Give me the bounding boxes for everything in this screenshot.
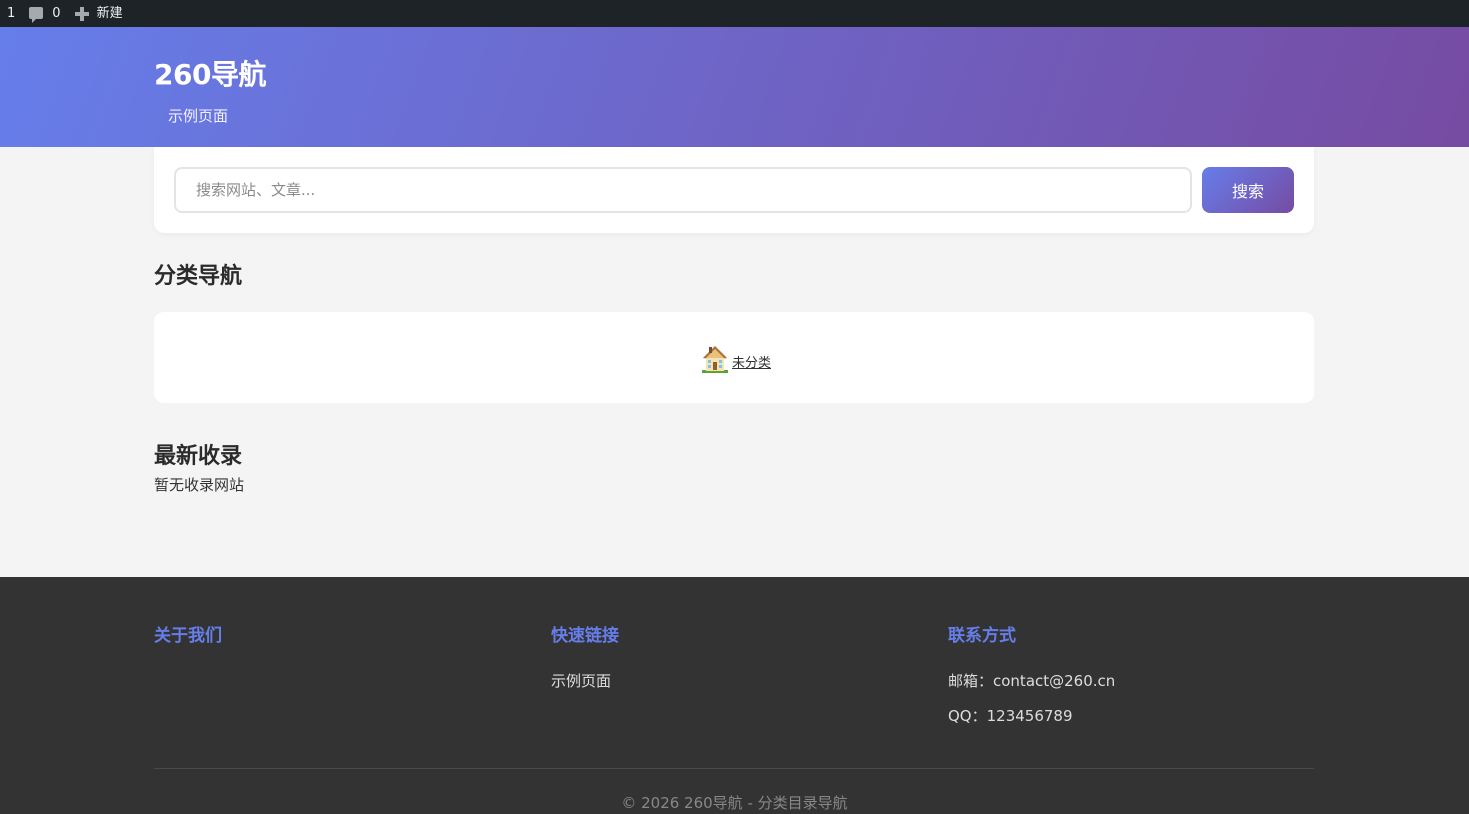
category-card: 未分类	[154, 312, 1314, 403]
latest-section-title: 最新收录	[154, 444, 243, 469]
footer-link-sample-page[interactable]: 示例页面	[551, 670, 611, 691]
site-footer: 关于我们 快速链接 示例页面 联系方式 邮箱：contact@260.cn QQ…	[0, 577, 1469, 814]
category-item-uncategorized[interactable]: 未分类	[701, 343, 771, 373]
footer-about: 关于我们	[154, 621, 222, 646]
site-title[interactable]: 260导航	[154, 53, 266, 93]
house-icon	[701, 345, 728, 373]
footer-contact-email: 邮箱：contact@260.cn	[948, 672, 1116, 690]
footer-copyright: © 2026 260导航 - 分类目录导航	[621, 794, 848, 812]
category-label[interactable]: 未分类	[732, 356, 771, 372]
latest-empty-text: 暂无收录网站	[154, 476, 245, 494]
new-content-label: 新建	[96, 6, 123, 21]
comments-count: 0	[52, 6, 61, 21]
plus-icon	[74, 6, 89, 21]
footer-quick-links-title: 快速链接	[551, 626, 619, 646]
footer-contact-qq: QQ：123456789	[948, 707, 1073, 725]
footer-contact: 联系方式 邮箱：contact@260.cn QQ：123456789	[948, 621, 1115, 725]
footer-about-title: 关于我们	[154, 626, 222, 646]
search-button[interactable]: 搜索	[1202, 167, 1294, 213]
comment-icon	[29, 6, 44, 23]
category-section-title: 分类导航	[154, 264, 243, 289]
site-header: 260导航 示例页面	[0, 27, 1469, 147]
footer-quick-links: 快速链接 示例页面	[551, 621, 619, 690]
comments-item[interactable]: 0	[29, 0, 61, 27]
admin-bar: 1 0 新建	[0, 0, 1469, 27]
updates-count: 1	[7, 6, 16, 21]
footer-divider	[154, 768, 1314, 769]
search-input[interactable]	[174, 167, 1192, 213]
new-content-item[interactable]: 新建	[74, 0, 123, 27]
search-card: 搜索	[154, 147, 1314, 233]
updates-item[interactable]: 1	[0, 0, 15, 27]
footer-contact-title: 联系方式	[948, 626, 1016, 646]
nav-item-sample-page[interactable]: 示例页面	[168, 105, 228, 126]
